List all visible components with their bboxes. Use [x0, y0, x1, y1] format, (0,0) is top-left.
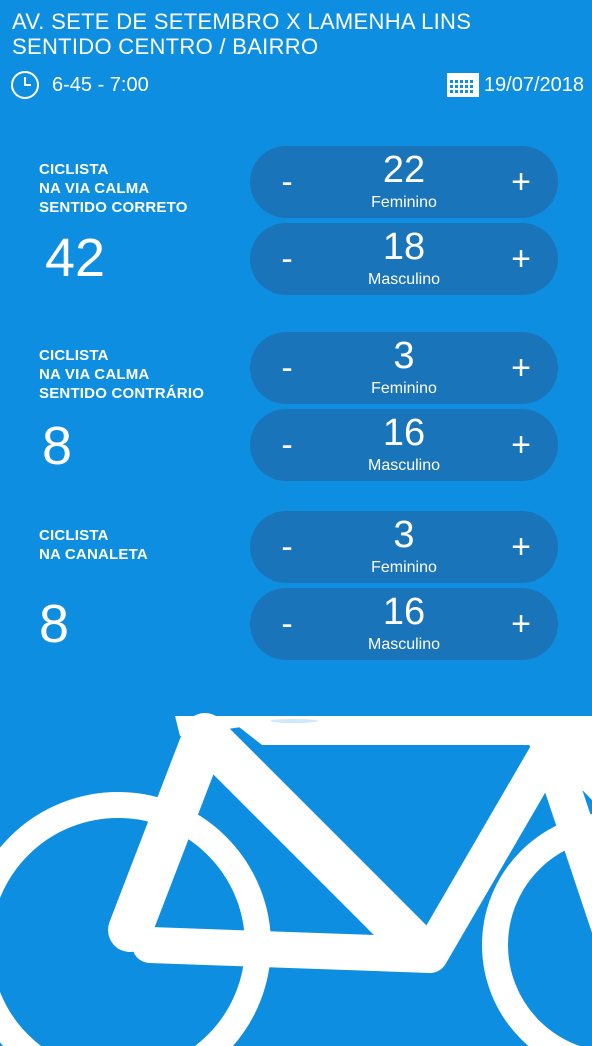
section-label-line: SENTIDO CORRETO: [39, 199, 188, 216]
counter-value: 16: [382, 591, 426, 633]
section-total: 8: [39, 594, 70, 654]
section-total: 8: [42, 416, 73, 476]
increment-button[interactable]: +: [486, 409, 556, 481]
decrement-button[interactable]: -: [252, 223, 322, 295]
counter-label: Feminino: [371, 559, 437, 576]
page-title-line-1: AV. SETE DE SETEMBRO X LAMENHA LINS: [12, 9, 472, 34]
section-label-canaleta: CICLISTA NA CANALETA: [39, 526, 148, 564]
section-label-via-calma-contrario: CICLISTA NA VIA CALMA SENTIDO CONTRÁRIO: [39, 346, 204, 403]
page-title-line-2: SENTIDO CENTRO / BAIRRO: [12, 34, 319, 59]
counter-value: 22: [382, 149, 426, 191]
increment-button[interactable]: +: [486, 146, 556, 218]
date-display: 19/07/2018: [446, 72, 584, 98]
increment-button[interactable]: +: [486, 588, 556, 660]
decrement-button[interactable]: -: [252, 332, 322, 404]
counter-label: Masculino: [367, 271, 441, 288]
increment-button[interactable]: +: [486, 332, 556, 404]
section-label-line: NA CANALETA: [39, 546, 148, 563]
increment-button[interactable]: +: [486, 223, 556, 295]
date-text: 19/07/2018: [483, 73, 584, 96]
section-label-via-calma-correto: CICLISTA NA VIA CALMA SENTIDO CORRETO: [39, 160, 188, 217]
section-label-line: CICLISTA: [39, 527, 109, 544]
decrement-button[interactable]: -: [252, 588, 322, 660]
counter-label: Feminino: [371, 380, 437, 397]
section-label-line: SENTIDO CONTRÁRIO: [39, 385, 205, 402]
counter-masculino: - 16 Masculino +: [250, 409, 558, 481]
section-total: 42: [45, 228, 106, 288]
clock-icon: [11, 71, 39, 99]
decrement-button[interactable]: -: [252, 409, 322, 481]
section-label-line: CICLISTA: [39, 161, 109, 178]
section-label-line: NA VIA CALMA: [39, 180, 150, 197]
counter-screen: AV. SETE DE SETEMBRO X LAMENHA LINS SENT…: [0, 0, 592, 1046]
counter-value: 3: [393, 335, 415, 377]
counter-feminino: - 22 Feminino +: [250, 146, 558, 218]
counter-value: 18: [382, 226, 426, 268]
counter-feminino: - 3 Feminino +: [250, 332, 558, 404]
counter-masculino: - 18 Masculino +: [250, 223, 558, 295]
counter-feminino: - 3 Feminino +: [250, 511, 558, 583]
counter-label: Masculino: [367, 636, 441, 653]
counter-masculino: - 16 Masculino +: [250, 588, 558, 660]
section-label-line: CICLISTA: [39, 347, 109, 364]
calendar-icon: [446, 73, 479, 97]
counter-value: 16: [382, 412, 426, 454]
increment-button[interactable]: +: [486, 511, 556, 583]
time-range-text: 6-45 - 7:00: [52, 73, 149, 96]
decrement-button[interactable]: -: [252, 511, 322, 583]
decrement-button[interactable]: -: [252, 146, 322, 218]
counter-label: Feminino: [371, 194, 437, 211]
counter-value: 3: [393, 514, 415, 556]
time-range: 6-45 - 7:00: [10, 70, 149, 100]
section-label-line: NA VIA CALMA: [39, 366, 150, 383]
counter-label: Masculino: [367, 457, 441, 474]
